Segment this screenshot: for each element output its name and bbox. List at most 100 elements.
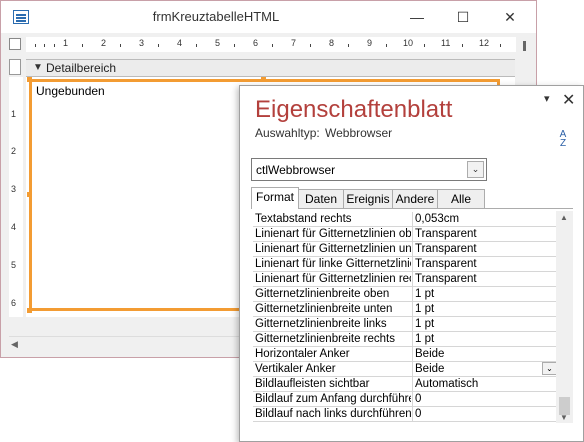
ruler-number: 2	[11, 146, 17, 156]
section-label: Detailbereich	[46, 61, 117, 75]
ruler-number: 9	[367, 38, 373, 48]
tab-ereignis[interactable]: Ereignis	[343, 189, 393, 208]
tab-daten[interactable]: Daten	[298, 189, 344, 208]
property-row[interactable]: Vertikaler Anker Beide ⌄	[253, 362, 559, 377]
ruler-tick	[120, 44, 121, 47]
column-divider	[412, 227, 413, 242]
ruler-tick	[500, 44, 501, 47]
close-button[interactable]: ✕	[487, 1, 533, 33]
ruler-tick	[272, 44, 273, 47]
maximize-button[interactable]: ☐	[440, 1, 486, 33]
property-row[interactable]: Horizontaler Anker Beide	[253, 347, 559, 362]
form-titlebar: frmKreuztabelleHTML — ☐ ✕	[1, 1, 536, 33]
column-divider	[412, 407, 413, 422]
property-name: Textabstand rechts	[255, 213, 352, 225]
property-value[interactable]: Transparent	[415, 243, 555, 255]
vertical-ruler[interactable]: 1 2 3 4 5 6	[9, 77, 23, 317]
ruler-tick	[310, 44, 311, 47]
resize-handle[interactable]	[27, 77, 32, 82]
property-value[interactable]: Beide	[415, 363, 555, 375]
chevron-down-icon[interactable]: ⌄	[542, 362, 557, 375]
column-divider	[412, 302, 413, 317]
section-selector[interactable]	[9, 59, 21, 75]
property-row[interactable]: Gitternetzlinienbreite unten 1 pt	[253, 302, 559, 317]
column-divider	[412, 362, 413, 377]
chevron-down-icon[interactable]: ⌄	[467, 161, 484, 178]
property-name: Linienart für Gitternetzlinien rechts	[255, 273, 411, 285]
property-name: Gitternetzlinienbreite rechts	[255, 333, 395, 345]
ruler-tick	[386, 44, 387, 47]
property-value[interactable]: 0,053cm	[415, 213, 555, 225]
resize-handle[interactable]	[27, 192, 32, 197]
property-name: Linienart für linke Gitternetzlinie	[255, 258, 411, 270]
ruler-number: 4	[11, 222, 17, 232]
tab-format[interactable]: Format	[251, 187, 299, 209]
property-row[interactable]: Gitternetzlinienbreite oben 1 pt	[253, 287, 559, 302]
ruler-tick	[82, 44, 83, 47]
property-value[interactable]: 0	[415, 393, 555, 405]
resize-handle[interactable]	[261, 77, 266, 82]
property-value[interactable]: 0	[415, 408, 555, 420]
property-row[interactable]: Bildlaufleisten sichtbar Automatisch	[253, 377, 559, 392]
property-row[interactable]: Linienart für Gitternetzlinien oben Trans…	[253, 227, 559, 242]
column-divider	[412, 242, 413, 257]
property-sheet-title: Eigenschaftenblatt	[255, 96, 453, 123]
property-row[interactable]: Bildlauf nach links durchführen 0	[253, 407, 559, 422]
sort-icon[interactable]: A Z	[554, 130, 572, 149]
property-name: Gitternetzlinienbreite oben	[255, 288, 390, 300]
collapse-icon: ▼	[33, 62, 43, 73]
ruler-tick	[234, 44, 235, 47]
property-name: Horizontaler Anker	[255, 348, 350, 360]
property-row[interactable]: Bildlauf zum Anfang durchführen 0	[253, 392, 559, 407]
selection-type-value: Webbrowser	[325, 126, 393, 140]
horizontal-ruler[interactable]: 1 2 3 4 5 6 7 8 9 10 11 12	[26, 37, 516, 52]
property-row[interactable]: Gitternetzlinienbreite links 1 pt	[253, 317, 559, 332]
column-divider	[412, 287, 413, 302]
property-value[interactable]: Beide	[415, 348, 555, 360]
property-grid-scrollbar[interactable]: ▲ ▼	[556, 211, 573, 423]
property-value[interactable]: 1 pt	[415, 318, 555, 330]
property-value[interactable]: Transparent	[415, 228, 555, 240]
property-value[interactable]: 1 pt	[415, 288, 555, 300]
property-value[interactable]: Transparent	[415, 273, 555, 285]
ruler-number: 6	[11, 298, 17, 308]
property-row[interactable]: Textabstand rechts 0,053cm	[253, 212, 559, 227]
column-divider	[412, 392, 413, 407]
ruler-tick	[54, 44, 55, 47]
property-name: Bildlaufleisten sichtbar	[255, 378, 370, 390]
tab-divider	[251, 208, 573, 209]
ruler-number: 8	[329, 38, 335, 48]
property-row[interactable]: Linienart für linke Gitternetzlinie Trans…	[253, 257, 559, 272]
control-source-label: Ungebunden	[36, 84, 105, 98]
column-divider	[412, 347, 413, 362]
property-sheet: Eigenschaftenblatt ▾ ✕ Auswahltyp: Webbr…	[239, 85, 584, 442]
ruler-tick	[462, 44, 463, 47]
scroll-left-icon[interactable]: ◀	[11, 339, 18, 350]
object-selector-combo[interactable]: ctlWebbrowser ⌄	[251, 158, 487, 181]
property-value[interactable]: 1 pt	[415, 333, 555, 345]
tab-alle[interactable]: Alle	[437, 189, 485, 208]
property-name: Gitternetzlinienbreite links	[255, 318, 387, 330]
scroll-down-icon[interactable]: ▼	[560, 413, 568, 422]
property-value[interactable]: 1 pt	[415, 303, 555, 315]
property-name: Linienart für Gitternetzlinien oben	[255, 228, 411, 240]
ruler-number: 1	[11, 109, 17, 119]
property-row[interactable]: Gitternetzlinienbreite rechts 1 pt	[253, 332, 559, 347]
tab-andere[interactable]: Andere	[392, 189, 438, 208]
ruler-tick	[35, 44, 36, 47]
selection-type-label: Auswahltyp:	[255, 126, 320, 140]
scroll-up-icon[interactable]: ▲	[560, 213, 568, 222]
ruler-tick	[348, 44, 349, 47]
pane-options-icon[interactable]: ▾	[544, 92, 550, 105]
section-bar-detail[interactable]: ▼ Detailbereich	[26, 59, 515, 77]
close-icon[interactable]: ✕	[562, 90, 575, 110]
property-value[interactable]: Automatisch	[415, 378, 555, 390]
form-selector[interactable]	[9, 38, 21, 50]
property-value[interactable]: Transparent	[415, 258, 555, 270]
ruler-number: 6	[253, 38, 259, 48]
minimize-button[interactable]: —	[394, 1, 440, 33]
resize-handle[interactable]	[27, 308, 32, 313]
property-row[interactable]: Linienart für Gitternetzlinien rechts Tra…	[253, 272, 559, 287]
property-row[interactable]: Linienart für Gitternetzlinien unten Tran…	[253, 242, 559, 257]
property-name: Bildlauf nach links durchführen	[255, 408, 411, 420]
